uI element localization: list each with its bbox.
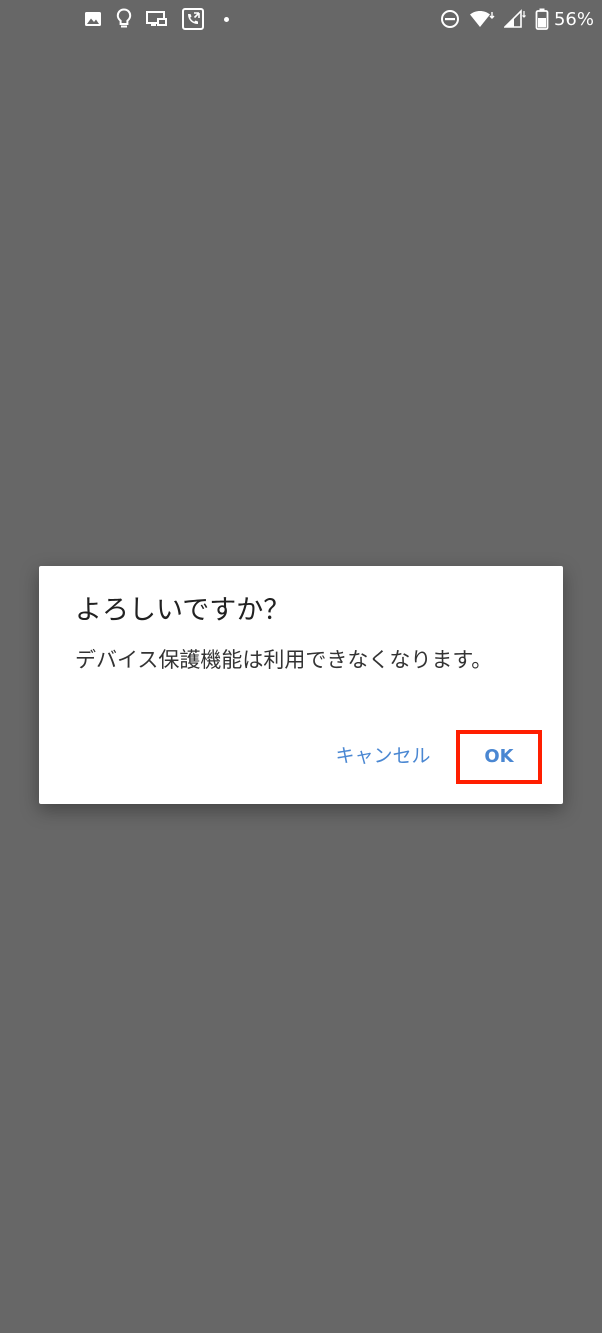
battery-icon xyxy=(535,8,549,30)
status-bar-system: 56% xyxy=(440,7,594,31)
dialog-message: デバイス保護機能は利用できなくなります。 xyxy=(75,648,493,672)
ok-button[interactable]: OK xyxy=(456,730,542,784)
wifi-icon xyxy=(469,10,495,27)
image-icon xyxy=(85,12,101,26)
cellular-signal-icon xyxy=(503,9,526,28)
dialog-title: よろしいですか？ xyxy=(75,595,291,626)
do-not-disturb-icon xyxy=(440,10,459,28)
cancel-button[interactable]: キャンセル xyxy=(321,732,445,780)
dialog-actions: キャンセル OK xyxy=(39,730,563,784)
dot-icon xyxy=(224,16,229,22)
status-bar: 56% xyxy=(0,0,602,38)
confirmation-dialog: よろしいですか？ デバイス保護機能は利用できなくなります。 キャンセル OK xyxy=(39,566,563,804)
screen: 56% よろしいですか？ デバイス保護機能は利用できなくなります。 キャンセル … xyxy=(0,0,602,1333)
battery-percentage: 56% xyxy=(553,8,594,30)
status-bar-notifications xyxy=(84,8,229,30)
phone-call-icon xyxy=(182,8,204,30)
lightbulb-icon xyxy=(116,8,132,28)
cast-icon xyxy=(146,11,167,26)
